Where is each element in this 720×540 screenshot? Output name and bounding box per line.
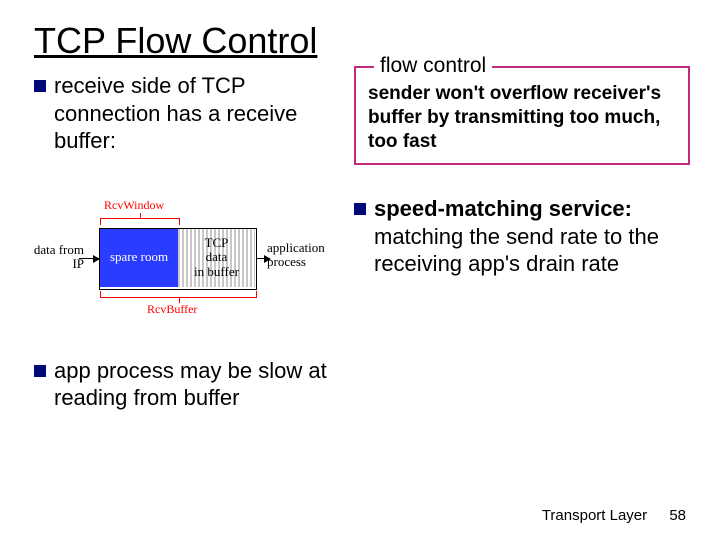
label-app-process: application process [267,241,339,270]
bullet-text: receive side of TCP connection has a rec… [54,72,334,155]
flow-control-body: sender won't overflow receiver's buffer … [368,82,678,153]
footer-page-number: 58 [669,507,686,524]
speed-matching-bold: speed-matching service: [374,196,632,221]
label-rcvwindow: RcvWindow [104,199,164,212]
receive-buffer-diagram: data from IP RcvWindow spare room TCP da… [24,173,334,333]
slide-footer: Transport Layer 58 [542,507,686,524]
right-column: flow control sender won't overflow recei… [344,72,690,430]
label-rcvbuffer: RcvBuffer [147,303,197,316]
arrow-in-icon [79,258,99,259]
content-columns: receive side of TCP connection has a rec… [34,72,686,430]
bullet-app-process-slow: app process may be slow at reading from … [34,357,334,412]
bullet-speed-matching: speed-matching service: matching the sen… [354,195,690,278]
bullet-text: speed-matching service: matching the sen… [374,195,690,278]
bullet-square-icon [354,203,366,215]
bullet-text: app process may be slow at reading from … [54,357,334,412]
spare-room-region: spare room [100,229,178,287]
bullet-square-icon [34,80,46,92]
tcp-data-region: TCP data in buffer [178,229,255,287]
bullet-receive-buffer: receive side of TCP connection has a rec… [34,72,334,155]
label-data-from-ip: data from IP [24,243,84,272]
speed-matching-rest: matching the send rate to the receiving … [374,224,659,277]
page-title: TCP Flow Control [34,20,686,62]
footer-section: Transport Layer [542,507,647,524]
flow-control-callout: flow control sender won't overflow recei… [354,66,690,165]
rcvwindow-brace [100,218,180,225]
left-column: receive side of TCP connection has a rec… [34,72,344,430]
rcvbuffer-brace [100,291,257,298]
bullet-square-icon [34,365,46,377]
slide: TCP Flow Control receive side of TCP con… [0,0,720,540]
flow-control-legend: flow control [374,54,492,78]
